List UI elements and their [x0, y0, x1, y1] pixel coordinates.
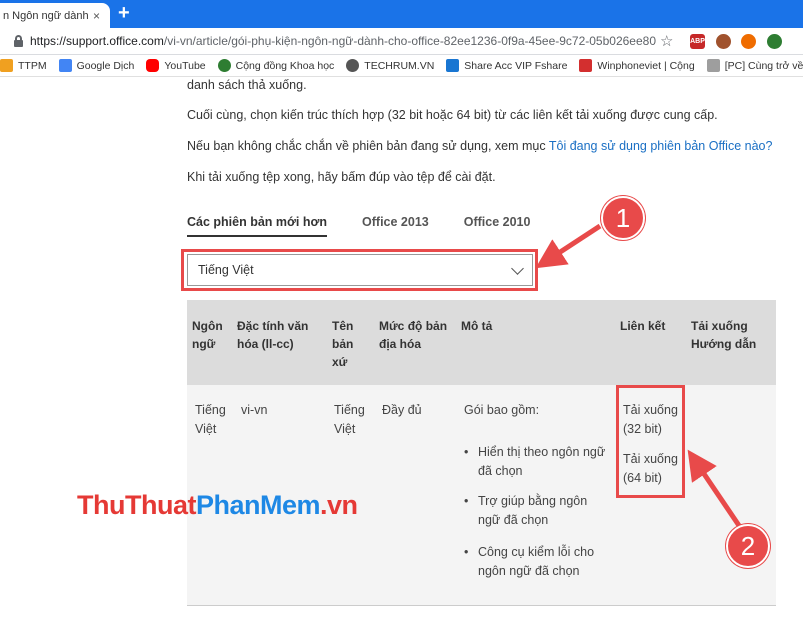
bookmark-item[interactable]: Share Acc VIP Fshare [446, 59, 567, 72]
bookmark-label: TECHRUM.VN [364, 59, 435, 72]
bookmark-label: YouTube [164, 59, 206, 72]
extension-icon[interactable] [741, 34, 756, 49]
tab-office-2013[interactable]: Office 2013 [362, 215, 429, 237]
header-language: Ngôn ngữ [192, 319, 223, 351]
header-links: Liên kết [620, 319, 666, 333]
list-item: Trợ giúp bằng ngônngữ đã chọn [464, 492, 587, 530]
bookmark-item[interactable]: Cộng đồng Khoa học [217, 59, 335, 72]
bookmark-item[interactable]: Winphoneviet | Cộng [579, 59, 695, 72]
bookmark-label: Cộng đồng Khoa học [235, 59, 335, 72]
cell-description-intro: Gói bao gồm: [464, 403, 540, 417]
bookmark-item[interactable]: Google Dịch [58, 59, 135, 72]
techrum-icon [346, 59, 360, 72]
tab-newer-versions[interactable]: Các phiên bản mới hơn [187, 215, 328, 237]
header-native-name: Tên bản xứ [332, 319, 354, 369]
tab-title: n Ngôn ngữ dành ch [3, 9, 89, 22]
new-tab-button[interactable]: + [118, 3, 130, 23]
office-version-link[interactable]: Tôi đang sử dụng phiên bản Office nào? [549, 139, 773, 153]
bookmark-item[interactable]: TECHRUM.VN [346, 59, 434, 72]
google-translate-icon [58, 59, 72, 72]
article-line: Nếu bạn không chắc chắn về phiên bản đan… [187, 139, 772, 153]
bookmark-item[interactable]: [PC] Cùng trở về tuổi [706, 59, 803, 72]
article-line: Khi tải xuống tệp xong, hãy bấm đúp vào … [187, 170, 496, 184]
lock-icon[interactable] [14, 35, 23, 47]
tab-office-2010[interactable]: Office 2010 [464, 215, 531, 237]
address-bar: https://support.office.com/vi-vn/article… [0, 28, 803, 55]
header-description: Mô tả [461, 319, 493, 333]
header-guide: Tải xuống Hướng dẫn [691, 319, 757, 351]
youtube-icon [146, 59, 160, 72]
tab-strip: n Ngôn ngữ dành ch × + [0, 0, 803, 28]
bookmark-label: Share Acc VIP Fshare [464, 59, 568, 72]
bookmark-label: TTPM [18, 59, 47, 72]
url-host: https://support.office.com [30, 34, 164, 48]
bookmark-item[interactable]: YouTube [146, 59, 206, 72]
highlight-box-dropdown [181, 249, 538, 291]
article-line: danh sách thả xuống. [187, 78, 307, 92]
browser-tab[interactable]: n Ngôn ngữ dành ch × [0, 3, 110, 28]
cell-culture: vi-vn [241, 403, 268, 417]
cell-localization: Đầy đủ [382, 403, 422, 417]
windows-icon [446, 59, 460, 72]
header-localization: Mức độ bản địa hóa [379, 319, 448, 351]
shield-extension-icon[interactable] [716, 34, 731, 49]
url-input[interactable]: https://support.office.com/vi-vn/article… [30, 34, 656, 48]
annotation-badge-1: 1 [601, 196, 645, 240]
version-tabs: Các phiên bản mới hơn Office 2013 Office… [187, 215, 565, 237]
bookmark-item[interactable]: TTPM [0, 59, 47, 72]
bookmarks-bar: TTPM Google Dịch YouTube Cộng đồng Khoa … [0, 55, 803, 77]
header-culture: Đặc tính văn hóa (ll-cc) [237, 319, 309, 351]
page-icon [706, 59, 720, 72]
url-path: /vi-vn/article/gói-phụ-kiện-ngôn-ngữ-dàn… [163, 34, 656, 48]
article-line: Cuối cùng, chọn kiến trúc thích hợp (32 … [187, 108, 718, 122]
bookmark-label: Winphoneviet | Cộng [597, 59, 695, 72]
winphoneviet-icon [579, 59, 593, 72]
cell-language: Tiếng Việt [195, 403, 226, 436]
abp-icon[interactable]: ABP [690, 34, 705, 49]
bookmark-label: [PC] Cùng trở về tuổi [724, 59, 803, 72]
list-item: Công cụ kiểm lỗi chongôn ngữ đã chọn [464, 543, 594, 581]
list-item: Hiển thị theo ngôn ngữđã chọn [464, 443, 605, 481]
leaf-icon [217, 59, 231, 72]
ttpm-icon [0, 59, 13, 72]
article-text: Nếu bạn không chắc chắn về phiên bản đan… [187, 139, 549, 153]
bookmark-label: Google Dịch [76, 59, 135, 72]
cell-native-name: Tiếng Việt [334, 403, 365, 436]
watermark-logo: ThuThuatPhanMem.vn [77, 490, 358, 520]
tab-close-icon[interactable]: × [93, 9, 100, 23]
annotation-badge-2: 2 [726, 524, 770, 568]
bookmark-star-icon[interactable]: ☆ [660, 32, 673, 50]
globe-extension-icon[interactable] [767, 34, 782, 49]
highlight-box-links [616, 385, 685, 498]
